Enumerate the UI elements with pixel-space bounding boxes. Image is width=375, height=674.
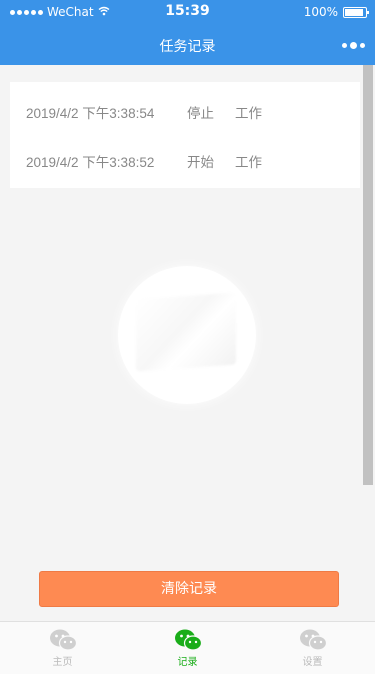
empty-placeholder-image	[118, 266, 256, 404]
record-type: 工作	[235, 155, 262, 170]
tab-home[interactable]: 主页	[0, 622, 125, 674]
record-action: 停止	[187, 106, 214, 121]
battery-icon	[343, 6, 369, 18]
record-action: 开始	[187, 155, 214, 170]
more-dots-icon[interactable]	[342, 42, 365, 49]
placeholder-sheet	[136, 292, 236, 372]
status-right: 100%	[303, 5, 369, 19]
record-type: 工作	[235, 106, 262, 121]
tab-label: 主页	[52, 657, 73, 668]
tab-records[interactable]: 记录	[125, 622, 250, 674]
nav-bar: 任务记录	[0, 25, 375, 65]
record-time: 2019/4/2 下午3:38:54	[26, 106, 155, 121]
wechat-chat-icon	[299, 628, 328, 652]
page-title: 任务记录	[159, 39, 216, 55]
tab-label: 设置	[302, 657, 323, 668]
clear-records-button[interactable]: 清除记录	[39, 571, 339, 607]
tab-settings[interactable]: 设置	[250, 622, 375, 674]
scrollbar-thumb[interactable]	[363, 65, 373, 485]
record-row: 2019/4/2 下午3:38:54 停止 工作	[26, 102, 275, 122]
record-time: 2019/4/2 下午3:38:52	[26, 155, 155, 170]
tab-bar: 主页 记录 设置	[0, 621, 375, 674]
battery-percent: 100%	[303, 5, 338, 19]
wechat-chat-icon	[49, 628, 78, 652]
tab-label: 记录	[177, 657, 198, 668]
record-row: 2019/4/2 下午3:38:52 开始 工作	[26, 151, 275, 171]
status-bar: WeChat 15:39 100%	[0, 0, 375, 25]
record-list: 2019/4/2 下午3:38:54 停止 工作 2019/4/2 下午3:38…	[10, 82, 360, 188]
wechat-chat-icon	[174, 628, 203, 652]
